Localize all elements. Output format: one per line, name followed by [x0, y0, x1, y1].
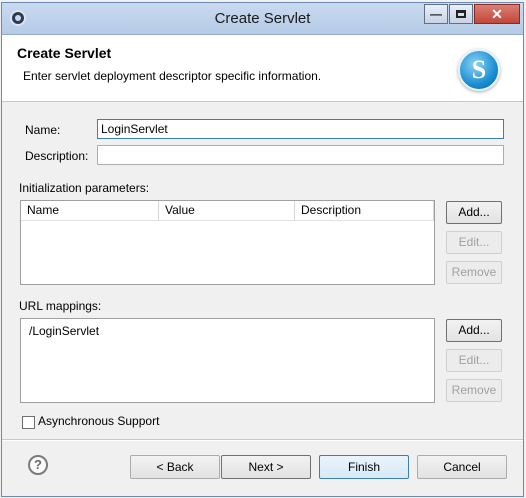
url-mappings-remove-button[interactable]: Remove	[446, 379, 502, 402]
init-params-add-button[interactable]: Add...	[446, 201, 502, 224]
back-button[interactable]: < Back	[130, 455, 220, 479]
url-mappings-add-button[interactable]: Add...	[446, 319, 502, 342]
finish-button[interactable]: Finish	[319, 455, 409, 479]
url-mappings-label: URL mappings:	[19, 299, 102, 313]
create-servlet-dialog: Create Servlet — ✕ Create Servlet Enter …	[1, 2, 524, 497]
wizard-header: Create Servlet Enter servlet deployment …	[2, 35, 523, 102]
name-field[interactable]: LoginServlet	[97, 119, 504, 139]
minimize-icon: —	[430, 7, 442, 21]
column-header-description[interactable]: Description	[295, 201, 434, 220]
close-icon: ✕	[491, 5, 503, 22]
page-description: Enter servlet deployment descriptor spec…	[23, 69, 322, 83]
init-params-remove-button[interactable]: Remove	[446, 261, 502, 284]
close-button[interactable]: ✕	[474, 4, 520, 24]
column-header-value[interactable]: Value	[159, 201, 295, 220]
name-label: Name:	[25, 123, 61, 137]
page-title: Create Servlet	[17, 45, 112, 61]
description-field[interactable]	[97, 145, 504, 165]
init-params-table-header: Name Value Description	[21, 201, 434, 221]
url-mappings-edit-button[interactable]: Edit...	[446, 349, 502, 372]
init-params-label: Initialization parameters:	[19, 181, 150, 195]
description-label: Description:	[25, 149, 89, 163]
next-button[interactable]: Next >	[221, 455, 311, 479]
title-bar[interactable]: Create Servlet — ✕	[2, 3, 523, 35]
init-params-edit-button[interactable]: Edit...	[446, 231, 502, 254]
async-support-checkbox[interactable]	[22, 416, 35, 429]
maximize-icon	[456, 10, 466, 18]
init-params-table[interactable]: Name Value Description	[20, 200, 435, 285]
servlet-logo-letter: S	[471, 55, 487, 84]
column-header-name[interactable]: Name	[21, 201, 159, 220]
cancel-button[interactable]: Cancel	[417, 455, 507, 479]
maximize-button[interactable]	[449, 4, 473, 24]
help-icon[interactable]: ?	[28, 455, 48, 475]
url-mappings-list[interactable]: /LoginServlet	[20, 318, 435, 403]
footer-separator	[2, 439, 523, 441]
minimize-button[interactable]: —	[424, 4, 448, 24]
async-support-label[interactable]: Asynchronous Support	[38, 414, 159, 428]
url-mapping-item[interactable]: /LoginServlet	[29, 324, 99, 338]
servlet-logo-icon: S	[458, 49, 500, 91]
